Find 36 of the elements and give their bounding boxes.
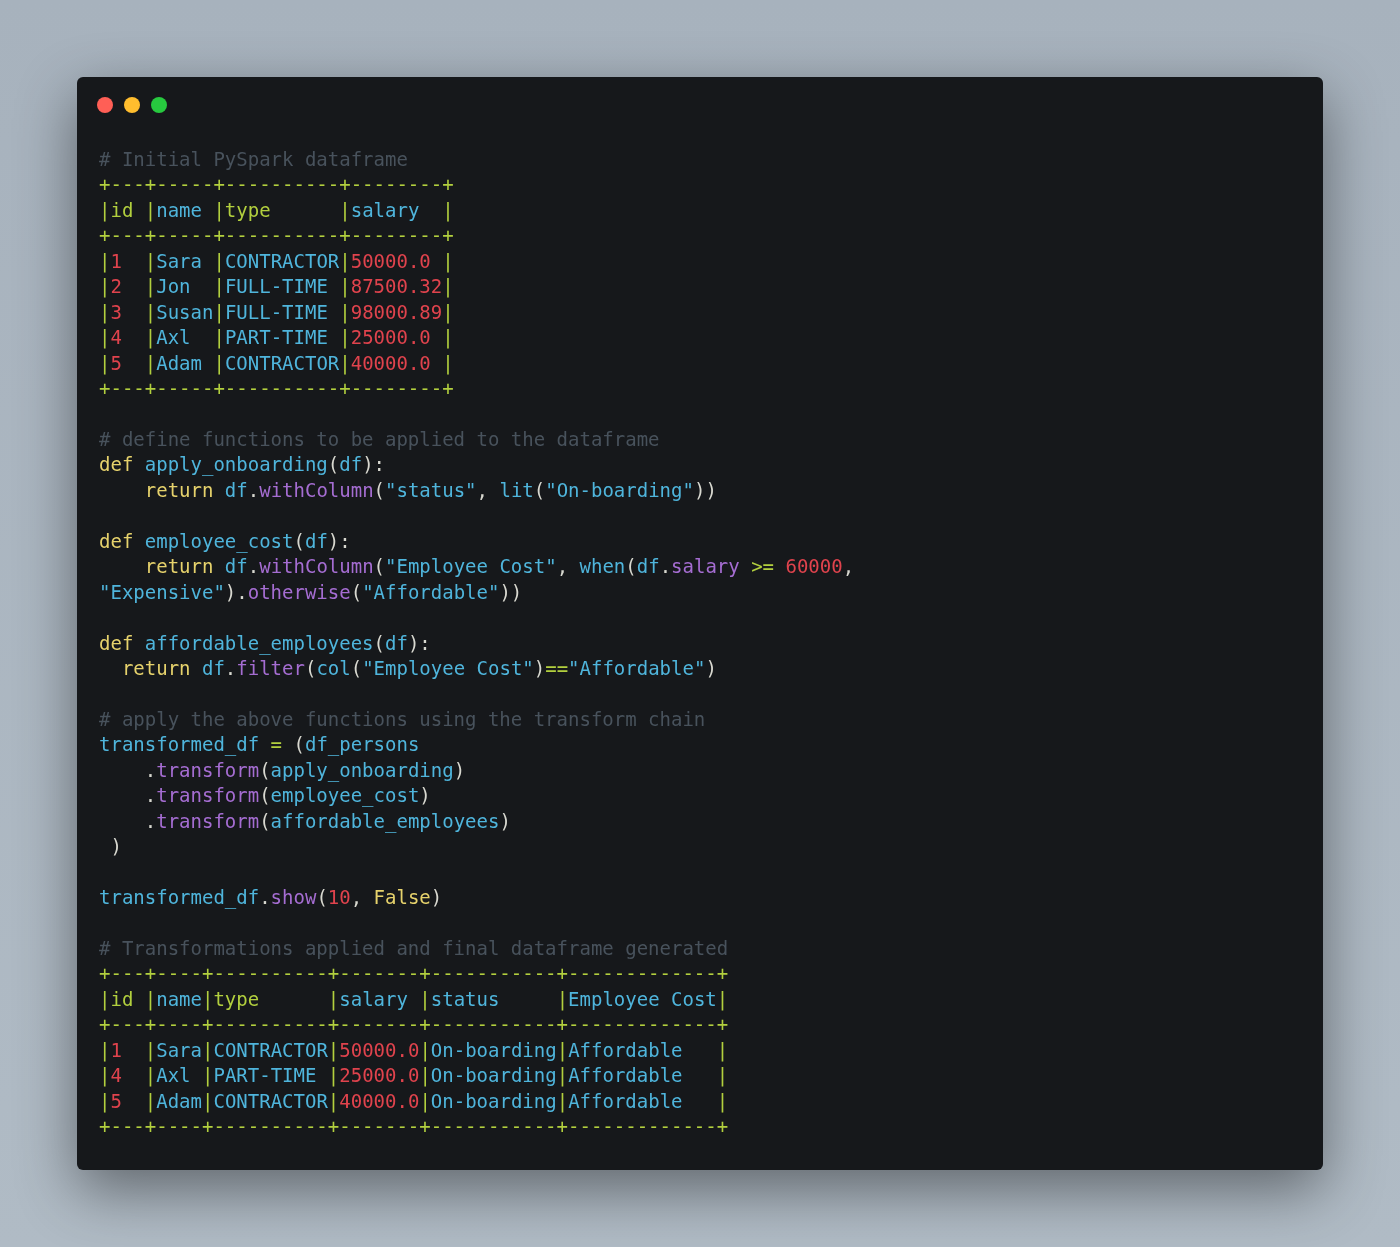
code-line: ): [109, 834, 122, 860]
maximize-button[interactable]: [151, 97, 167, 113]
code-line: +---+----+----------+-------+-----------+-------------+: [99, 961, 729, 987]
code-line: # apply the above functions using the transform chain: [99, 706, 706, 732]
minimize-button[interactable]: [124, 97, 140, 113]
code-line: def affordable_employees(df):: [99, 630, 431, 656]
code-line: +---+----+----------+-------+-----------+-------------+: [99, 1012, 729, 1038]
code-line: |id |name|type |salary |status |Employee Cost|: [99, 986, 729, 1013]
code-line: |5 |Adam|CONTRACTOR|40000.0|On-boarding|Affordable |: [99, 1088, 729, 1115]
code-line: return df.filter(col("Employee Cost")=="Affordable"): [120, 656, 717, 681]
code-line: def apply_onboarding(df):: [99, 452, 386, 478]
code-line: # Initial PySpark dataframe: [99, 147, 408, 172]
code-line: .transform(employee_cost): [143, 783, 431, 809]
code-line: +---+----+----------+-------+-----------+-------------+: [99, 1114, 729, 1140]
code-line: |2 |Jon |FULL-TIME |87500.32|: [99, 274, 454, 300]
code-line: def employee_cost(df):: [99, 528, 351, 555]
code-line: |5 |Adam |CONTRACTOR|40000.0 |: [99, 350, 454, 377]
code-line: |id |name |type |salary |: [99, 197, 454, 224]
code-line: |4 |Axl |PART-TIME |25000.0 |: [99, 325, 454, 351]
code-line: # define functions to be applied to the dataframe: [99, 426, 660, 452]
code-line: # Transformations applied and final dataframe generated: [99, 935, 729, 961]
close-button[interactable]: [97, 97, 113, 113]
code-line: |3 |Susan|FULL-TIME |98000.89|: [99, 299, 454, 326]
code-line: +---+-----+----------+--------+: [99, 172, 454, 198]
code-line: |1 |Sara|CONTRACTOR|50000.0|On-boarding|Affordable |: [99, 1037, 729, 1064]
code-line: return df.withColumn("Employee Cost", when(df.salary >= 60000,: [143, 554, 855, 580]
code-line: .transform(apply_onboarding): [143, 757, 466, 784]
code-line: |1 |Sara |CONTRACTOR|50000.0 |: [99, 248, 454, 275]
code-line: transformed_df.show(10, False): [99, 885, 443, 911]
code-line: "Expensive").otherwise("Affordable")): [99, 579, 523, 605]
code-line: +---+-----+----------+--------+: [99, 376, 454, 402]
code-line: return df.withColumn("status", lit("On-boarding")): [143, 477, 717, 503]
code-line: transformed_df = (df_persons: [99, 732, 420, 758]
code-line: |4 |Axl |PART-TIME |25000.0|On-boarding|Affordable |: [99, 1063, 729, 1089]
code-line: .transform(affordable_employees): [143, 808, 511, 835]
code-line: +---+-----+----------+--------+: [99, 223, 454, 249]
